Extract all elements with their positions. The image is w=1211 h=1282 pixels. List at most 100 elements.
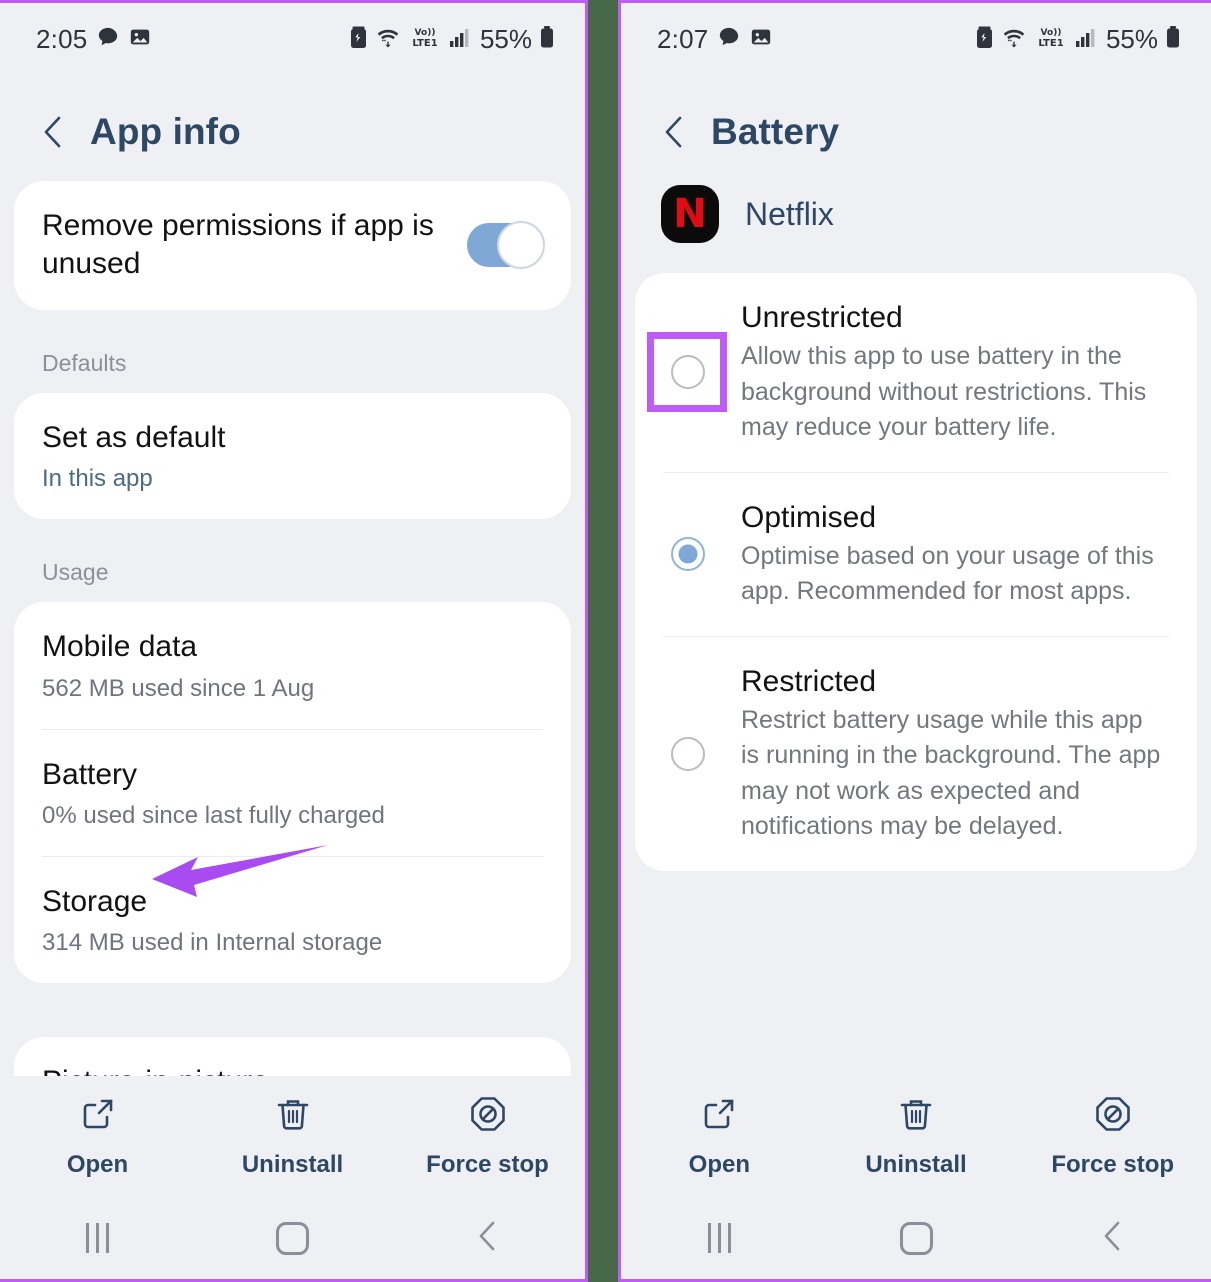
settings-scroll-body-left[interactable]: Remove permissions if app is unused Defa…: [0, 181, 585, 1076]
battery-percent-label: 55%: [1105, 23, 1158, 54]
signal-bars-icon: [1075, 26, 1097, 53]
optimised-title: Optimised: [741, 500, 877, 534]
status-bar-left-group: 2:05: [36, 24, 151, 55]
remove-permissions-row[interactable]: Remove permissions if app is unused: [14, 181, 571, 310]
restricted-title: Restricted: [741, 664, 877, 698]
battery-options-body[interactable]: Unrestricted Allow this app to use batte…: [621, 273, 1211, 1076]
optimised-radio[interactable]: [671, 537, 705, 571]
option-unrestricted[interactable]: Unrestricted Allow this app to use batte…: [635, 273, 1197, 472]
page-header-right: Battery: [621, 75, 1211, 181]
pip-title: Picture-in-picture: [42, 1063, 543, 1076]
home-button[interactable]: [818, 1221, 1015, 1255]
set-as-default-sub: In this app: [42, 465, 153, 493]
back-icon: [475, 1220, 501, 1257]
uninstall-button[interactable]: Uninstall: [195, 1094, 390, 1179]
mobile-data-sub: 562 MB used since 1 Aug: [42, 674, 315, 702]
mobile-data-row[interactable]: Mobile data 562 MB used since 1 Aug: [14, 602, 571, 728]
status-bar-right-group: Vo)) LTE1 55%: [349, 24, 555, 55]
storage-sub: 314 MB used in Internal storage: [42, 929, 383, 957]
battery-saver-icon: [349, 25, 368, 54]
right-phone-panel: 2:07 Vo)) LTE1 55% Battery N Netflix Unr…: [618, 0, 1211, 1282]
wifi-icon: [375, 25, 401, 54]
action-bar-right: Open Uninstall Force stop: [621, 1076, 1211, 1197]
signal-bars-icon: [449, 26, 471, 53]
unrestricted-radio-highlight: [647, 332, 727, 413]
unrestricted-text: Unrestricted Allow this app to use batte…: [741, 299, 1167, 446]
section-label-defaults: Defaults: [42, 349, 127, 376]
defaults-card: Set as default In this app: [14, 392, 571, 520]
battery-percent-label: 55%: [479, 23, 532, 54]
remove-permissions-toggle[interactable]: [467, 221, 545, 270]
recents-button[interactable]: [0, 1223, 195, 1253]
restricted-radio-wrap: [661, 727, 715, 781]
image-icon: [750, 26, 772, 53]
optimised-text: Optimised Optimise based on your usage o…: [741, 499, 1167, 610]
battery-title: Battery: [42, 757, 138, 791]
section-label-usage: Usage: [42, 559, 109, 586]
app-identity-header: N Netflix: [621, 181, 1211, 273]
status-bar-left: 2:05 Vo)) LTE1 55%: [0, 3, 585, 75]
external-link-icon: [699, 1094, 739, 1139]
uninstall-button-label: Uninstall: [241, 1151, 344, 1178]
status-bar-right-group: Vo)) LTE1 55%: [975, 24, 1181, 55]
option-optimised[interactable]: Optimised Optimise based on your usage o…: [635, 473, 1197, 636]
open-button-label: Open: [66, 1151, 129, 1178]
restricted-radio[interactable]: [671, 736, 705, 771]
recents-icon: [707, 1223, 731, 1253]
block-octagon-icon: [468, 1094, 508, 1139]
action-bar-left: Open Uninstall Force stop: [0, 1076, 585, 1197]
battery-row[interactable]: Battery 0% used since last fully charged: [14, 730, 571, 856]
page-header-left: App info: [0, 75, 585, 181]
set-as-default-row[interactable]: Set as default In this app: [14, 393, 571, 519]
force-stop-button-label: Force stop: [1051, 1151, 1175, 1178]
open-button-label: Open: [688, 1151, 750, 1178]
uninstall-button-label: Uninstall: [865, 1151, 967, 1178]
recents-icon: [86, 1223, 109, 1253]
dual-screenshot-stage: 2:05 Vo)) LTE1 55% App info Remove permi…: [0, 0, 1211, 1282]
svg-text:Vo)): Vo)): [1041, 28, 1062, 38]
netflix-icon: N: [661, 185, 719, 243]
left-phone-panel: 2:05 Vo)) LTE1 55% App info Remove permi…: [0, 0, 588, 1282]
uninstall-button[interactable]: Uninstall: [818, 1094, 1015, 1179]
status-time: 2:05: [36, 23, 88, 54]
external-link-icon: [78, 1094, 118, 1139]
status-bar-left-group: 2:07: [657, 24, 772, 55]
optimised-radio-wrap: [661, 527, 715, 581]
remove-permissions-card: Remove permissions if app is unused: [14, 181, 571, 310]
unrestricted-radio[interactable]: [671, 355, 705, 390]
volte-icon: Vo)) LTE1: [408, 25, 442, 54]
back-button[interactable]: [1014, 1220, 1211, 1257]
unrestricted-desc: Allow this app to use battery in the bac…: [741, 342, 1147, 441]
option-restricted[interactable]: Restricted Restrict battery usage while …: [635, 637, 1197, 871]
volte-icon: Vo)) LTE1: [1034, 25, 1068, 54]
open-button[interactable]: Open: [621, 1094, 818, 1179]
status-time: 2:07: [657, 23, 709, 54]
trash-icon: [273, 1094, 313, 1139]
force-stop-button[interactable]: Force stop: [390, 1094, 585, 1179]
chat-bubble-icon: [718, 26, 740, 53]
optimised-desc: Optimise based on your usage of this app…: [741, 541, 1154, 606]
force-stop-button[interactable]: Force stop: [1014, 1094, 1211, 1179]
back-icon: [1100, 1220, 1126, 1257]
open-button[interactable]: Open: [0, 1094, 195, 1179]
svg-text:Vo)): Vo)): [415, 28, 436, 38]
status-bar-right: 2:07 Vo)) LTE1 55%: [621, 3, 1211, 75]
nav-bar-right: [621, 1197, 1211, 1279]
chevron-left-icon[interactable]: [38, 115, 68, 149]
recents-button[interactable]: [621, 1223, 818, 1253]
chat-bubble-icon: [97, 26, 119, 53]
chevron-left-icon[interactable]: [659, 115, 689, 149]
usage-card: Mobile data 562 MB used since 1 Aug Batt…: [14, 602, 571, 984]
picture-in-picture-row[interactable]: Picture-in-picture Allowed: [14, 1037, 571, 1076]
netflix-icon-letter: N: [673, 191, 707, 237]
storage-row[interactable]: Storage 314 MB used in Internal storage: [14, 857, 571, 983]
home-button[interactable]: [195, 1221, 390, 1255]
battery-sub: 0% used since last fully charged: [42, 801, 385, 829]
remove-permissions-label: Remove permissions if app is unused: [42, 209, 434, 281]
app-name-label: Netflix: [745, 195, 834, 232]
back-button[interactable]: [390, 1220, 585, 1257]
battery-icon: [1165, 25, 1181, 54]
set-as-default-title: Set as default: [42, 420, 226, 454]
restricted-text: Restricted Restrict battery usage while …: [741, 663, 1167, 845]
